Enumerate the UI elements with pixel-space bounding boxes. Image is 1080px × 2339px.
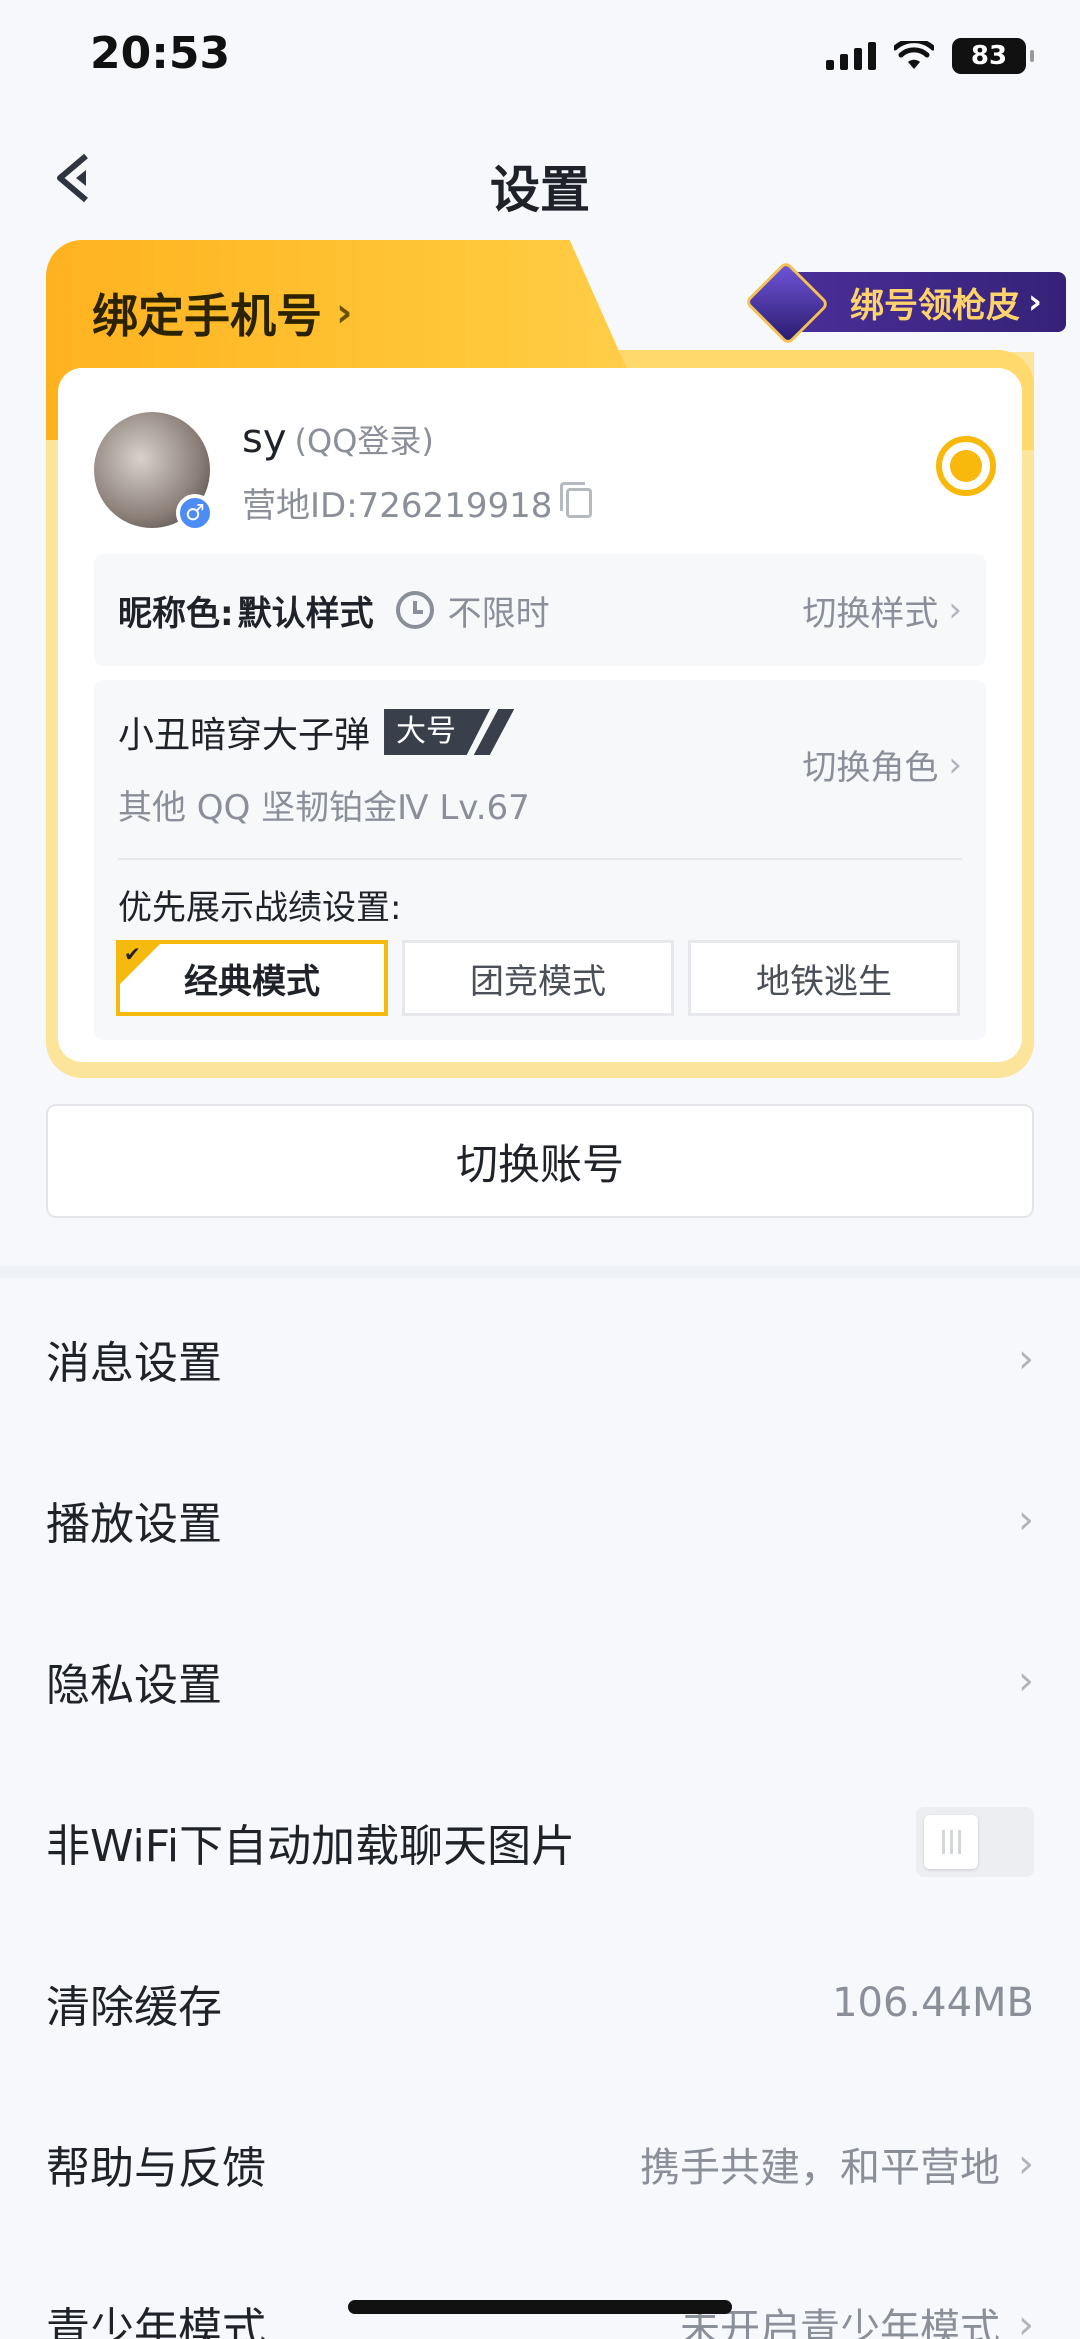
battery-icon: 83 <box>952 38 1034 74</box>
promo-banner[interactable]: 绑号领枪皮 › <box>706 260 1066 346</box>
user-name: sy <box>242 416 287 462</box>
clock-icon <box>395 591 434 629</box>
login-type: (QQ登录) <box>294 422 434 460</box>
nav-bar: 设置 <box>0 130 1080 230</box>
nickname-color-value: 默认样式 <box>237 593 374 634</box>
chevron-right-icon: › <box>1018 1496 1034 1543</box>
wifi-image-toggle[interactable] <box>916 1806 1034 1877</box>
user-name-row: sy (QQ登录) <box>242 416 434 462</box>
menu-item-label: 帮助与反馈 <box>46 2142 266 2194</box>
account-card: 绑定手机号 › 绑号领枪皮 › ♂ sy (QQ登录) 营地ID:72621991… <box>46 240 1066 1078</box>
mode-selector: ✔ 经典模式 团竞模式 地铁逃生 <box>116 940 960 1016</box>
mode-metro-button[interactable]: 地铁逃生 <box>688 940 960 1016</box>
menu-item-privacy-settings[interactable]: 隐私设置 › <box>0 1600 1080 1761</box>
cache-size: 106.44MB <box>832 1979 1034 2026</box>
cellular-signal-icon <box>826 42 876 70</box>
bind-phone-label: 绑定手机号 <box>92 289 322 343</box>
menu-item-label: 隐私设置 <box>46 1659 222 1711</box>
mode-label: 团竞模式 <box>470 961 606 1002</box>
mode-team-button[interactable]: 团竞模式 <box>402 940 674 1016</box>
promo-label: 绑号领枪皮 <box>850 285 1020 326</box>
copy-icon[interactable] <box>560 481 593 518</box>
mode-label: 经典模式 <box>184 961 320 1002</box>
nickname-duration: 不限时 <box>447 593 550 634</box>
menu-item-value: 携手共建，和平营地 <box>640 2144 1000 2191</box>
switch-account-button[interactable]: 切换账号 <box>46 1104 1034 1218</box>
home-indicator[interactable] <box>348 2300 732 2314</box>
role-name: 小丑暗穿大子弹 <box>118 715 371 756</box>
menu-item-label: 消息设置 <box>46 1337 222 1389</box>
settings-menu: 消息设置 › 播放设置 › 隐私设置 › 非WiFi下自动加载聊天图片 清除缓存… <box>0 1278 1080 2339</box>
status-icons: 83 <box>826 38 1034 74</box>
nickname-color-row: 昵称色: 默认样式 不限时 切换样式 › <box>94 554 986 666</box>
page-title: 设置 <box>490 161 590 219</box>
menu-item-message-settings[interactable]: 消息设置 › <box>0 1278 1080 1439</box>
chevron-right-icon: › <box>1018 2301 1034 2339</box>
chevron-right-icon: › <box>1018 1657 1034 1704</box>
divider <box>118 858 962 860</box>
account-selected-radio[interactable] <box>936 436 996 496</box>
chevron-right-icon: › <box>948 744 962 785</box>
status-bar: 20:53 83 <box>0 0 1080 120</box>
menu-item-label: 非WiFi下自动加载聊天图片 <box>46 1820 576 1872</box>
chevron-right-icon: › <box>336 290 353 336</box>
menu-item-clear-cache[interactable]: 清除缓存 106.44MB <box>0 1922 1080 2083</box>
menu-item-playback-settings[interactable]: 播放设置 › <box>0 1439 1080 1600</box>
menu-item-label: 青少年模式 <box>46 2303 266 2339</box>
menu-item-label: 播放设置 <box>46 1498 222 1550</box>
menu-item-wifi-image-autoload: 非WiFi下自动加载聊天图片 <box>0 1761 1080 1922</box>
chevron-right-icon: › <box>948 590 962 630</box>
section-separator <box>0 1266 1080 1278</box>
chevron-right-icon: › <box>1028 282 1043 322</box>
mode-classic-button[interactable]: ✔ 经典模式 <box>116 940 388 1016</box>
menu-item-help-feedback[interactable]: 帮助与反馈 携手共建，和平营地 › <box>0 2083 1080 2244</box>
camp-id: 营地ID:726219918 <box>242 486 553 526</box>
role-info: 其他 QQ 坚韧铂金Ⅳ Lv.67 <box>118 788 530 828</box>
card-content: ♂ sy (QQ登录) 营地ID:726219918 昵称色: 默认样式 不限时 … <box>58 368 1022 1062</box>
menu-item-youth-mode[interactable]: 青少年模式 未开启青少年模式 › <box>0 2244 1080 2339</box>
role-name-row: 小丑暗穿大子弹 大号 <box>118 706 515 758</box>
chevron-right-icon: › <box>1018 1335 1034 1382</box>
switch-role-link[interactable]: 切换角色 › <box>802 740 962 789</box>
main-account-tag: 大号 <box>384 709 491 755</box>
status-time: 20:53 <box>90 28 231 79</box>
check-icon: ✔ <box>124 942 141 966</box>
switch-style-label: 切换样式 <box>802 593 939 634</box>
mode-label: 地铁逃生 <box>756 961 892 1002</box>
wifi-icon <box>894 41 934 69</box>
nickname-color-label: 昵称色: <box>118 593 234 634</box>
bind-phone-link[interactable]: 绑定手机号 › <box>92 280 352 346</box>
male-gender-icon: ♂ <box>176 494 214 532</box>
priority-label: 优先展示战绩设置: <box>118 888 402 928</box>
switch-style-link[interactable]: 切换样式 › <box>802 586 962 635</box>
chevron-right-icon: › <box>1018 2140 1034 2187</box>
menu-item-label: 清除缓存 <box>46 1981 222 2033</box>
switch-role-label: 切换角色 <box>802 748 939 788</box>
role-box: 小丑暗穿大子弹 大号 其他 QQ 坚韧铂金Ⅳ Lv.67 切换角色 › 优先展示… <box>94 680 986 1040</box>
camp-id-row: 营地ID:726219918 <box>242 478 593 527</box>
